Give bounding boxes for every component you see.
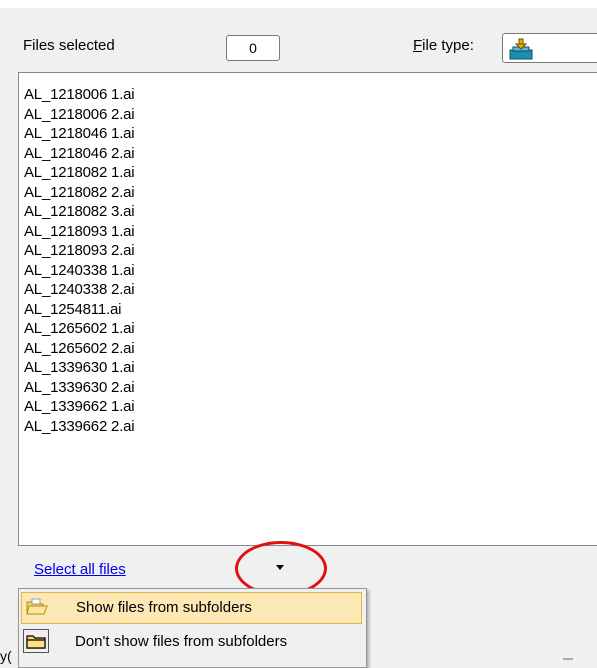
resize-tick <box>563 658 573 660</box>
file-list-item[interactable]: AL_1339662 2.ai <box>24 417 597 437</box>
file-list[interactable]: AL_1218006 1.ai AL_1218006 2.ai AL_1218046… <box>18 72 597 546</box>
files-selected-count: 0 <box>226 35 280 61</box>
file-list-item[interactable]: AL_1218046 1.ai <box>24 124 597 144</box>
files-selected-label: Files selected <box>23 37 115 54</box>
top-strip <box>0 0 597 8</box>
select-all-files-link[interactable]: Select all files <box>34 561 126 578</box>
file-list-item[interactable]: AL_1218046 2.ai <box>24 144 597 164</box>
file-list-item[interactable]: AL_1218082 1.ai <box>24 163 597 183</box>
file-list-item[interactable]: AL_1218006 1.ai <box>24 85 597 105</box>
file-type-label-rest: ile type: <box>422 37 474 54</box>
file-list-item[interactable]: AL_1265602 2.ai <box>24 339 597 359</box>
subfolder-menu: Show files from subfolders Don't show fi… <box>18 588 367 668</box>
file-type-accelerator: F <box>413 37 423 54</box>
folder-icon <box>23 629 49 664</box>
file-list-item[interactable]: AL_1240338 1.ai <box>24 261 597 281</box>
file-list-item[interactable]: AL_1240338 2.ai <box>24 280 597 300</box>
folder-open-icon <box>26 597 48 627</box>
subfolder-dropdown-arrow[interactable] <box>276 565 284 570</box>
file-list-item[interactable]: AL_1218082 3.ai <box>24 202 597 222</box>
file-type-icon <box>509 38 533 60</box>
file-list-item[interactable]: AL_1254811.ai <box>24 300 597 320</box>
file-list-item[interactable]: AL_1218006 2.ai <box>24 105 597 125</box>
file-type-select[interactable] <box>502 33 597 63</box>
file-list-item[interactable]: AL_1218082 2.ai <box>24 183 597 203</box>
file-type-label: File type: <box>413 37 474 54</box>
menu-item-show-subfolders[interactable]: Show files from subfolders <box>21 592 362 624</box>
menu-item-dont-show-subfolders[interactable]: Don't show files from subfolders <box>21 627 362 659</box>
file-list-item[interactable]: AL_1218093 2.ai <box>24 241 597 261</box>
menu-item-label: Don't show files from subfolders <box>75 633 288 650</box>
partial-label: y( <box>0 648 12 664</box>
file-list-item[interactable]: AL_1339630 1.ai <box>24 358 597 378</box>
file-list-item[interactable]: AL_1265602 1.ai <box>24 319 597 339</box>
file-list-item[interactable]: AL_1339662 1.ai <box>24 397 597 417</box>
file-list-item[interactable]: AL_1218093 1.ai <box>24 222 597 242</box>
file-selection-panel: Files selected 0 File type: AL_1218006 1… <box>0 0 597 668</box>
file-list-item[interactable]: AL_1339630 2.ai <box>24 378 597 398</box>
menu-item-label: Show files from subfolders <box>76 599 252 616</box>
